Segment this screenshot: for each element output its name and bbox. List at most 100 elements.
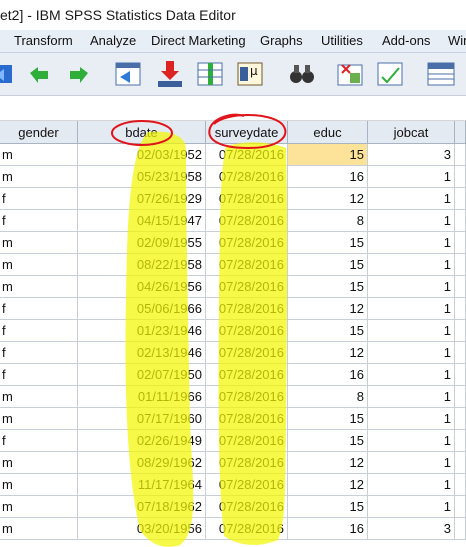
table-row[interactable]: m 01/11/1966 07/28/2016 8 1	[0, 386, 466, 408]
cell-educ[interactable]: 12	[288, 342, 368, 364]
cell-gender[interactable]: m	[0, 518, 78, 540]
table-row[interactable]: f 01/23/1946 07/28/2016 15 1	[0, 320, 466, 342]
cell-empty[interactable]	[455, 408, 466, 430]
cell-surveydate[interactable]: 07/28/2016	[206, 430, 288, 452]
cell-educ[interactable]: 12	[288, 452, 368, 474]
cell-empty[interactable]	[455, 210, 466, 232]
cell-jobcat[interactable]: 1	[368, 232, 455, 254]
table-row[interactable]: f 02/13/1946 07/28/2016 12 1	[0, 342, 466, 364]
cell-educ[interactable]: 12	[288, 298, 368, 320]
cell-jobcat[interactable]: 1	[368, 452, 455, 474]
redo-icon[interactable]	[62, 59, 94, 89]
cell-gender[interactable]: m	[0, 232, 78, 254]
cell-educ[interactable]: 15	[288, 144, 368, 166]
cell-surveydate[interactable]: 07/28/2016	[206, 276, 288, 298]
cell-educ[interactable]: 15	[288, 232, 368, 254]
cell-empty[interactable]	[455, 320, 466, 342]
cell-jobcat[interactable]: 1	[368, 386, 455, 408]
cell-jobcat[interactable]: 1	[368, 408, 455, 430]
cell-gender[interactable]: f	[0, 210, 78, 232]
table-row[interactable]: f 05/06/1966 07/28/2016 12 1	[0, 298, 466, 320]
cell-gender[interactable]: f	[0, 298, 78, 320]
cell-bdate[interactable]: 08/22/1958	[78, 254, 206, 276]
menu-direct-marketing[interactable]: Direct Marketing	[151, 33, 246, 48]
table-row[interactable]: f 02/07/1950 07/28/2016 16 1	[0, 364, 466, 386]
cell-surveydate[interactable]: 07/28/2016	[206, 188, 288, 210]
cell-bdate[interactable]: 03/20/1956	[78, 518, 206, 540]
cell-jobcat[interactable]: 1	[368, 166, 455, 188]
find-icon[interactable]	[286, 59, 318, 89]
cell-editor-strip[interactable]	[0, 96, 466, 121]
cell-gender[interactable]: m	[0, 474, 78, 496]
cell-jobcat[interactable]: 1	[368, 188, 455, 210]
cell-empty[interactable]	[455, 342, 466, 364]
table-row[interactable]: m 08/22/1958 07/28/2016 15 1	[0, 254, 466, 276]
cell-surveydate[interactable]: 07/28/2016	[206, 452, 288, 474]
cell-empty[interactable]	[455, 166, 466, 188]
cell-educ[interactable]: 15	[288, 254, 368, 276]
cell-jobcat[interactable]: 1	[368, 320, 455, 342]
cell-jobcat[interactable]: 1	[368, 496, 455, 518]
table-row[interactable]: m 07/18/1962 07/28/2016 15 1	[0, 496, 466, 518]
table-row[interactable]: f 02/26/1949 07/28/2016 15 1	[0, 430, 466, 452]
cell-educ[interactable]: 15	[288, 496, 368, 518]
cell-empty[interactable]	[455, 298, 466, 320]
cell-educ[interactable]: 15	[288, 430, 368, 452]
cell-empty[interactable]	[455, 386, 466, 408]
goto-case-icon[interactable]	[112, 59, 144, 89]
cell-educ[interactable]: 15	[288, 320, 368, 342]
undo-icon[interactable]	[24, 59, 56, 89]
cell-surveydate[interactable]: 07/28/2016	[206, 210, 288, 232]
cell-gender[interactable]: m	[0, 452, 78, 474]
cell-jobcat[interactable]: 1	[368, 474, 455, 496]
open-icon[interactable]	[0, 59, 18, 89]
table-row[interactable]: f 07/26/1929 07/28/2016 12 1	[0, 188, 466, 210]
table-row[interactable]: m 03/20/1956 07/28/2016 16 3	[0, 518, 466, 540]
column-header-surveydate[interactable]: surveydate	[206, 121, 288, 144]
cell-surveydate[interactable]: 07/28/2016	[206, 166, 288, 188]
cell-gender[interactable]: f	[0, 320, 78, 342]
table-row[interactable]: m 02/03/1952 07/28/2016 15 3	[0, 144, 466, 166]
cell-educ[interactable]: 8	[288, 386, 368, 408]
cell-bdate[interactable]: 05/23/1958	[78, 166, 206, 188]
select-cases-icon[interactable]	[424, 59, 456, 89]
cell-empty[interactable]	[455, 144, 466, 166]
cell-empty[interactable]	[455, 474, 466, 496]
cell-bdate[interactable]: 02/07/1950	[78, 364, 206, 386]
cell-bdate[interactable]: 11/17/1964	[78, 474, 206, 496]
menu-analyze[interactable]: Analyze	[90, 33, 136, 48]
cell-bdate[interactable]: 02/13/1946	[78, 342, 206, 364]
cell-gender[interactable]: m	[0, 386, 78, 408]
column-header-bdate[interactable]: bdate	[78, 121, 206, 144]
cell-educ[interactable]: 16	[288, 364, 368, 386]
table-row[interactable]: m 02/09/1955 07/28/2016 15 1	[0, 232, 466, 254]
table-row[interactable]: m 04/26/1956 07/28/2016 15 1	[0, 276, 466, 298]
cell-surveydate[interactable]: 07/28/2016	[206, 408, 288, 430]
cell-bdate[interactable]: 07/26/1929	[78, 188, 206, 210]
menu-utilities[interactable]: Utilities	[321, 33, 363, 48]
cell-gender[interactable]: f	[0, 188, 78, 210]
cell-surveydate[interactable]: 07/28/2016	[206, 518, 288, 540]
cell-jobcat[interactable]: 3	[368, 144, 455, 166]
table-row[interactable]: m 11/17/1964 07/28/2016 12 1	[0, 474, 466, 496]
cell-educ[interactable]: 15	[288, 276, 368, 298]
cell-empty[interactable]	[455, 430, 466, 452]
cell-bdate[interactable]: 07/18/1962	[78, 496, 206, 518]
column-header-next[interactable]	[455, 121, 466, 144]
menu-window[interactable]: Win	[448, 33, 466, 48]
cell-gender[interactable]: m	[0, 144, 78, 166]
cell-bdate[interactable]: 08/29/1962	[78, 452, 206, 474]
insert-cases-icon[interactable]	[334, 59, 366, 89]
cell-jobcat[interactable]: 3	[368, 518, 455, 540]
cell-bdate[interactable]: 01/11/1966	[78, 386, 206, 408]
cell-jobcat[interactable]: 1	[368, 210, 455, 232]
cell-empty[interactable]	[455, 364, 466, 386]
table-row[interactable]: m 07/17/1960 07/28/2016 15 1	[0, 408, 466, 430]
cell-gender[interactable]: f	[0, 364, 78, 386]
cell-empty[interactable]	[455, 254, 466, 276]
cell-jobcat[interactable]: 1	[368, 276, 455, 298]
cell-educ[interactable]: 16	[288, 518, 368, 540]
cell-jobcat[interactable]: 1	[368, 430, 455, 452]
cell-bdate[interactable]: 01/23/1946	[78, 320, 206, 342]
column-header-educ[interactable]: educ	[288, 121, 368, 144]
